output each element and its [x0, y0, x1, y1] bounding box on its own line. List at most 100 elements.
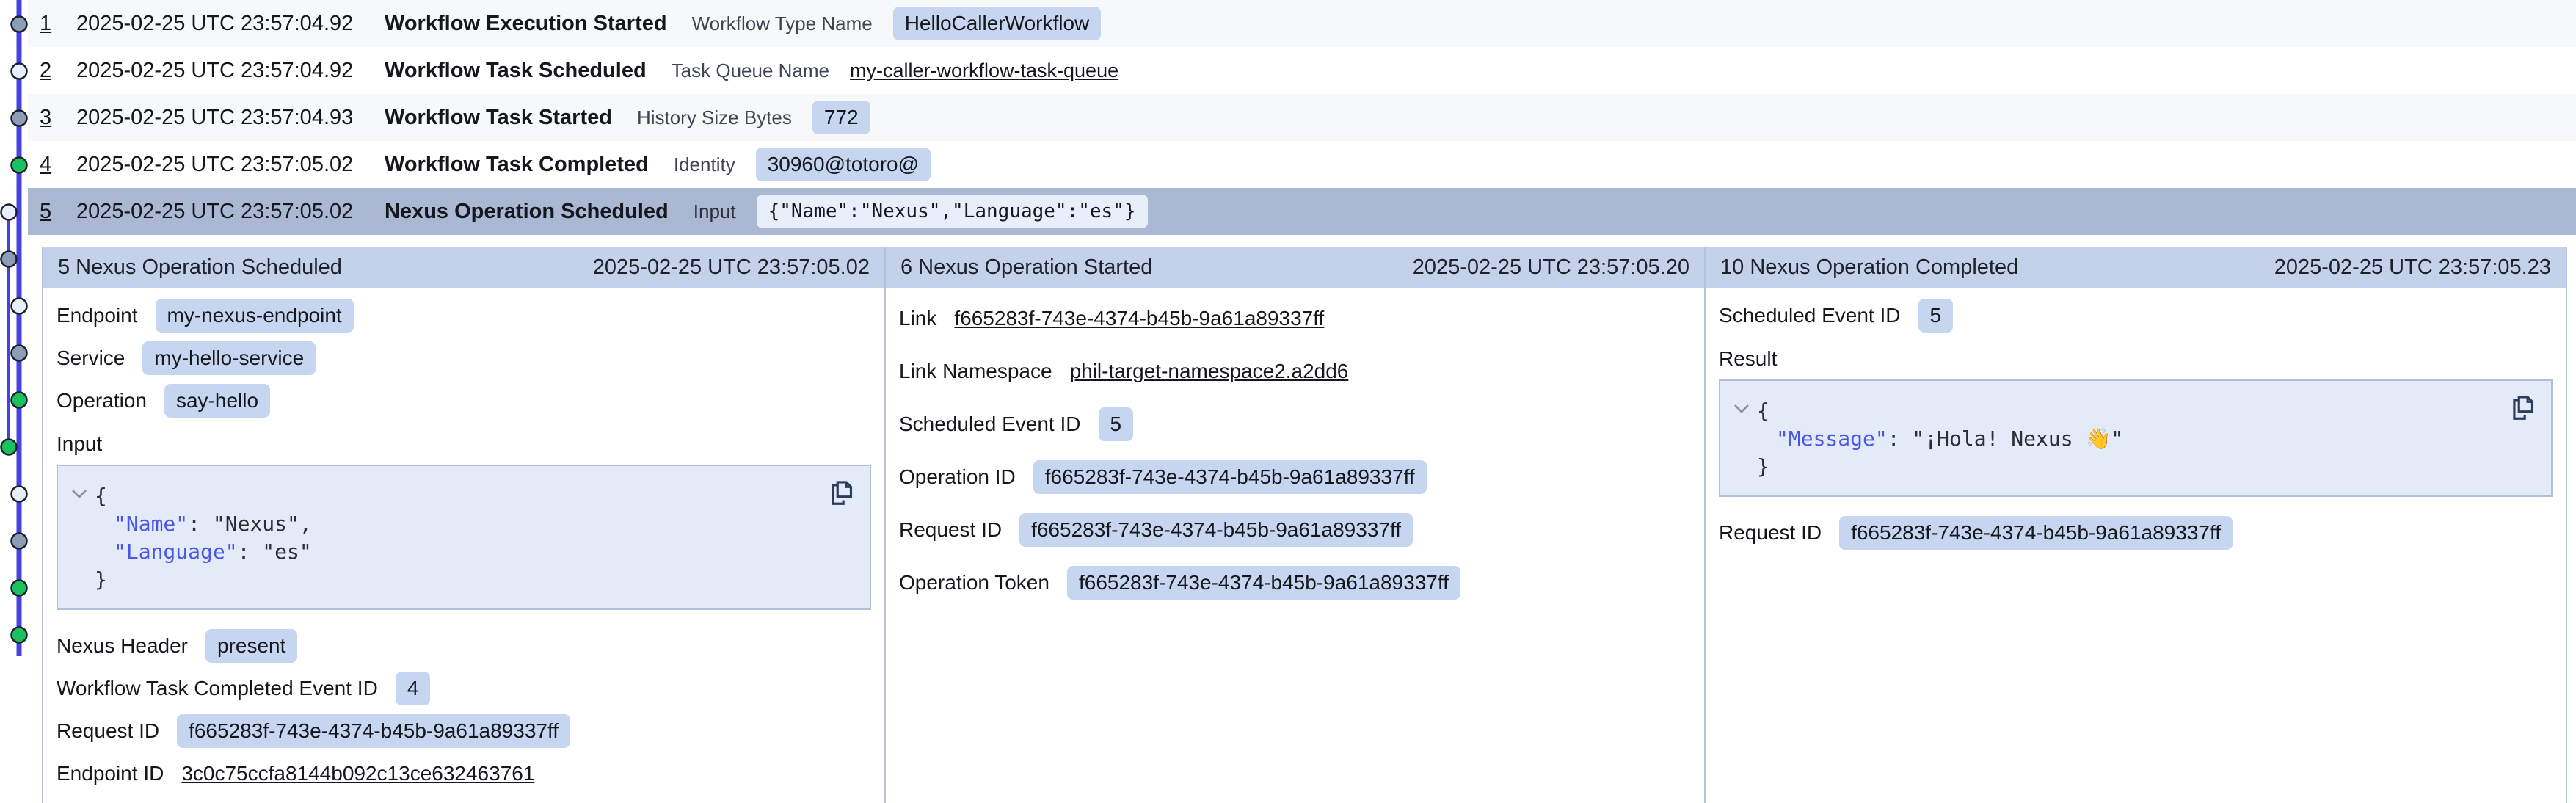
detail-panel-nexus-operation-started: 6 Nexus Operation Started 2025-02-25 UTC… — [884, 247, 1704, 803]
field-label: Scheduled Event ID — [899, 413, 1081, 436]
event-id-link[interactable]: 4 — [28, 153, 76, 177]
result-section-label: Result — [1719, 347, 2553, 371]
collapse-chevron-icon[interactable] — [1733, 403, 1750, 414]
field-value-badge: f665283f-743e-4374-b45b-9a61a89337ff — [1067, 566, 1460, 600]
event-attr-label: Task Queue Name — [672, 59, 829, 82]
field-value-badge: present — [205, 629, 297, 663]
field-value-badge: say-hello — [164, 384, 270, 418]
event-timestamp: 2025-02-25 UTC 23:57:04.92 — [76, 59, 385, 83]
json-line: } — [1720, 453, 2551, 481]
panel-timestamp: 2025-02-25 UTC 23:57:05.02 — [593, 255, 870, 280]
event-row-2[interactable]: 2 2025-02-25 UTC 23:57:04.92 Workflow Ta… — [28, 47, 2576, 94]
field-value-badge: my-hello-service — [142, 341, 316, 375]
field-value-badge: f665283f-743e-4374-b45b-9a61a89337ff — [1033, 460, 1427, 494]
link-value[interactable]: f665283f-743e-4374-b45b-9a61a89337ff — [954, 307, 1324, 330]
event-timestamp: 2025-02-25 UTC 23:57:04.92 — [76, 12, 385, 36]
copy-icon[interactable] — [827, 479, 855, 507]
field-endpoint-id: Endpoint ID 3c0c75ccfa8144b092c13ce63246… — [57, 757, 871, 791]
panel-header: 10 Nexus Operation Completed 2025-02-25 … — [1706, 247, 2566, 288]
field-value-badge: f665283f-743e-4374-b45b-9a61a89337ff — [1019, 513, 1413, 547]
event-row-4[interactable]: 4 2025-02-25 UTC 23:57:05.02 Workflow Ta… — [28, 141, 2576, 188]
event-timestamp: 2025-02-25 UTC 23:57:05.02 — [76, 153, 385, 177]
namespace-link[interactable]: phil-target-namespace2.a2dd6 — [1070, 360, 1349, 383]
timeline-node-14[interactable] — [12, 628, 27, 643]
copy-icon[interactable] — [2508, 394, 2536, 422]
event-name: Workflow Execution Started — [385, 12, 667, 36]
event-row-1[interactable]: 1 2025-02-25 UTC 23:57:04.92 Workflow Ex… — [28, 0, 2576, 47]
event-row-3[interactable]: 3 2025-02-25 UTC 23:57:04.93 Workflow Ta… — [28, 94, 2576, 141]
endpoint-id-link[interactable]: 3c0c75ccfa8144b092c13ce632463761 — [181, 762, 534, 785]
event-attr-label: History Size Bytes — [637, 106, 792, 129]
collapse-chevron-icon[interactable] — [71, 488, 87, 499]
event-id-link[interactable]: 3 — [28, 106, 76, 130]
panel-timestamp: 2025-02-25 UTC 23:57:05.23 — [2274, 255, 2551, 280]
task-queue-link[interactable]: my-caller-workflow-task-queue — [850, 59, 1118, 82]
timeline-node-8[interactable] — [12, 346, 27, 361]
timeline-node-12[interactable] — [12, 534, 27, 549]
event-name: Workflow Task Completed — [385, 153, 649, 177]
input-section-label: Input — [57, 432, 871, 456]
field-label: Workflow Task Completed Event ID — [57, 677, 378, 700]
timeline-node-11[interactable] — [12, 487, 27, 502]
field-label: Request ID — [899, 518, 1002, 542]
field-link-namespace: Link Namespace phil-target-namespace2.a2… — [899, 353, 1691, 390]
event-attr-value-badge: 772 — [812, 101, 870, 134]
field-label: Nexus Header — [57, 634, 188, 658]
event-id-link[interactable]: 2 — [28, 59, 76, 83]
event-timestamp: 2025-02-25 UTC 23:57:04.93 — [76, 106, 385, 130]
timeline-node-9[interactable] — [12, 393, 27, 408]
event-history-table: 1 2025-02-25 UTC 23:57:04.92 Workflow Ex… — [0, 0, 2576, 235]
event-name: Workflow Task Started — [385, 106, 612, 130]
field-value-badge: 4 — [396, 672, 431, 705]
field-value-badge: 5 — [1918, 299, 1954, 333]
event-id-link[interactable]: 1 — [28, 12, 76, 36]
panel-title: 6 Nexus Operation Started — [900, 255, 1152, 280]
event-id-link[interactable]: 5 — [28, 200, 76, 224]
field-request-id: Request ID f665283f-743e-4374-b45b-9a61a… — [1719, 516, 2553, 550]
json-line: { — [58, 482, 870, 510]
field-scheduled-event-id: Scheduled Event ID 5 — [1719, 299, 2553, 333]
field-label: Endpoint ID — [57, 762, 164, 785]
field-link: Link f665283f-743e-4374-b45b-9a61a89337f… — [899, 300, 1691, 337]
event-attr-value-badge: HelloCallerWorkflow — [893, 7, 1102, 40]
field-service: Service my-hello-service — [57, 341, 871, 375]
panel-header: 5 Nexus Operation Scheduled 2025-02-25 U… — [43, 247, 884, 288]
field-request-id: Request ID f665283f-743e-4374-b45b-9a61a… — [57, 714, 871, 748]
field-operation-token: Operation Token f665283f-743e-4374-b45b-… — [899, 564, 1691, 601]
workflow-history-view: 1 2025-02-25 UTC 23:57:04.92 Workflow Ex… — [0, 0, 2576, 803]
input-json-viewer: { "Name": "Nexus", "Language": "es" } — [57, 465, 871, 610]
event-name: Nexus Operation Scheduled — [385, 200, 669, 224]
panel-title: 5 Nexus Operation Scheduled — [58, 255, 342, 280]
field-label: Operation ID — [899, 465, 1016, 489]
field-label: Service — [57, 346, 125, 370]
field-label: Request ID — [57, 719, 159, 743]
timeline-node-13[interactable] — [12, 581, 27, 596]
event-row-5-selected[interactable]: 5 2025-02-25 UTC 23:57:05.02 Nexus Opera… — [28, 188, 2576, 235]
panel-title: 10 Nexus Operation Completed — [1720, 255, 2018, 280]
field-value-badge: f665283f-743e-4374-b45b-9a61a89337ff — [177, 714, 570, 748]
field-request-id: Request ID f665283f-743e-4374-b45b-9a61a… — [899, 512, 1691, 548]
detail-panel-nexus-operation-completed: 10 Nexus Operation Completed 2025-02-25 … — [1704, 247, 2567, 803]
field-nexus-header: Nexus Header present — [57, 629, 871, 663]
field-operation-id: Operation ID f665283f-743e-4374-b45b-9a6… — [899, 459, 1691, 495]
field-label: Endpoint — [57, 304, 138, 327]
json-line: "Name": "Nexus", — [58, 510, 870, 538]
timeline-node-10[interactable] — [1, 440, 17, 455]
event-attr-label: Identity — [674, 153, 735, 176]
json-line: } — [58, 566, 870, 594]
event-timestamp: 2025-02-25 UTC 23:57:05.02 — [76, 200, 385, 224]
timeline-node-7[interactable] — [12, 299, 27, 314]
field-label: Operation — [57, 389, 147, 413]
event-attr-value-badge: {"Name":"Nexus","Language":"es"} — [757, 195, 1148, 228]
field-label: Request ID — [1719, 521, 1822, 545]
event-attr-value-badge: 30960@totoro@ — [756, 148, 931, 181]
field-label: Operation Token — [899, 571, 1049, 595]
event-name: Workflow Task Scheduled — [385, 59, 647, 83]
field-label: Link Namespace — [899, 360, 1052, 383]
event-detail-panels: 5 Nexus Operation Scheduled 2025-02-25 U… — [42, 247, 2567, 803]
timeline-node-6[interactable] — [1, 252, 17, 267]
json-line: { — [1720, 397, 2551, 425]
panel-header: 6 Nexus Operation Started 2025-02-25 UTC… — [886, 247, 1704, 288]
event-attr-label: Workflow Type Name — [692, 12, 873, 35]
field-label: Scheduled Event ID — [1719, 304, 1901, 327]
